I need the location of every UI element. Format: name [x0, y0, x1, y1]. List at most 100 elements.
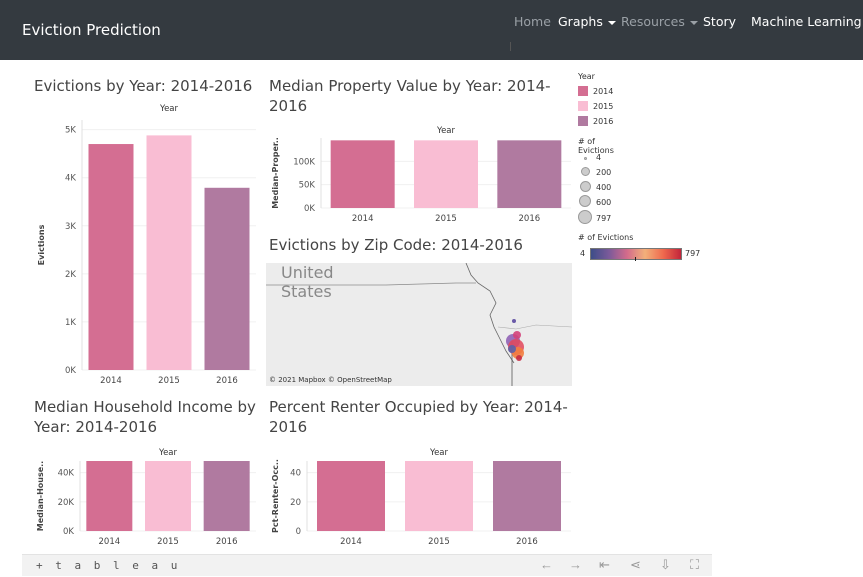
y-tick-label: 0K [65, 366, 76, 376]
property-title-line1: Median Property Value by Year: 2014- [269, 77, 551, 95]
eviction-map[interactable]: United States © 2021 Mapbox © OpenStreet… [266, 263, 572, 386]
column-header: Year [159, 104, 179, 114]
evictions-chart[interactable]: 0K 1K 2K 3K 4K 5K Year Evictions 2014 2015 2016 [34, 100, 259, 390]
column-header: Year [158, 448, 178, 458]
income-title-line1: Median Household Income by [34, 398, 256, 416]
bar-2014[interactable] [330, 140, 395, 208]
undo-icon[interactable]: ← [540, 557, 553, 572]
nav-home[interactable]: Home [514, 14, 551, 29]
legend-label: 2014 [593, 86, 614, 96]
x-tick-label: 2016 [516, 537, 538, 547]
x-tick-label: 2014 [340, 537, 362, 547]
y-tick-label: 20K [58, 498, 75, 508]
map-country-label: United States [281, 263, 334, 301]
legend-swatch [578, 101, 588, 111]
legend-item-2016[interactable]: 2016 [578, 115, 613, 127]
legend-item-2014[interactable]: 2014 [578, 85, 613, 97]
income-title-line2: Year: 2014-2016 [34, 418, 158, 436]
bar-2015[interactable] [414, 140, 478, 208]
fullscreen-icon[interactable]: ⛶ [690, 557, 699, 573]
y-tick-label: 2K [65, 270, 76, 280]
nav-resources-label: Resources [621, 14, 685, 29]
share-icon[interactable]: ⋖ [630, 557, 641, 573]
size-label: 600 [596, 197, 612, 207]
zip-title: Evictions by Zip Code: 2014-2016 [269, 236, 523, 254]
y-tick-label: 20 [290, 498, 301, 508]
y-axis-label: Pct-Renter-Occ.. [271, 459, 280, 533]
nav-graphs[interactable]: Graphs [558, 14, 616, 29]
map-country-line2: States [281, 282, 332, 301]
x-tick-label: 2015 [435, 214, 457, 224]
bar-2014[interactable] [317, 461, 385, 531]
x-tick-label: 2015 [428, 537, 450, 547]
nav-resources[interactable]: Resources [621, 14, 698, 29]
y-tick-label: 1K [65, 318, 76, 328]
bar-2015[interactable] [145, 461, 191, 531]
bar-2016[interactable] [497, 140, 562, 208]
x-tick-label: 2015 [158, 376, 180, 386]
redo-icon[interactable]: → [569, 557, 582, 572]
column-header: Year [436, 126, 456, 136]
evictions-title: Evictions by Year: 2014-2016 [34, 77, 253, 95]
size-item: 400 [578, 180, 612, 193]
size-label: 400 [596, 182, 612, 192]
bar-2016[interactable] [493, 461, 561, 531]
revert-icon[interactable]: ⇤ [599, 557, 610, 573]
legend-label: 2016 [593, 116, 614, 126]
y-tick-label: 50K [299, 181, 316, 191]
top-navbar: Eviction Prediction Home Graphs Resource… [0, 0, 863, 60]
eviction-marker[interactable] [512, 319, 516, 323]
nav-machine-learning[interactable]: Machine Learning [751, 14, 862, 29]
bar-2014[interactable] [86, 461, 133, 531]
color-gradient[interactable] [590, 248, 682, 260]
color-legend-title: # of Evictions [578, 233, 634, 242]
river-line [465, 263, 515, 364]
y-tick-label: 0 [296, 527, 301, 537]
y-tick-label: 4K [65, 174, 76, 184]
size-item: 4 [578, 151, 601, 163]
renter-title-line2: 2016 [269, 418, 308, 436]
color-legend-min: 4 [580, 249, 586, 258]
x-tick-label: 2014 [352, 214, 374, 224]
y-tick-label: 0K [304, 204, 315, 214]
eviction-marker[interactable] [516, 355, 522, 361]
legend-swatch [578, 116, 588, 126]
bar-2015[interactable] [146, 135, 192, 370]
tableau-logo[interactable]: + t a b l e a u [36, 559, 180, 572]
size-item: 600 [578, 195, 612, 208]
bar-2015[interactable] [405, 461, 473, 531]
color-legend-max: 797 [685, 249, 701, 258]
y-tick-label: 100K [293, 157, 315, 167]
legend-item-2015[interactable]: 2015 [578, 100, 613, 112]
size-bubble [579, 195, 591, 207]
size-label: 4 [596, 152, 602, 162]
size-item: 200 [578, 166, 611, 178]
eviction-marker[interactable] [513, 331, 521, 339]
y-tick-label: 3K [65, 222, 76, 232]
property-chart[interactable]: 0K 50K 100K Year Median-Proper.. 2014 2015 2016 [269, 120, 574, 230]
map-country-line1: United [281, 263, 334, 282]
road-line [497, 324, 572, 330]
map-attribution[interactable]: © 2021 Mapbox © OpenStreetMap [269, 376, 392, 384]
property-title: Median Property Value by Year: 2014- 201… [269, 76, 551, 116]
bar-2016[interactable] [204, 187, 250, 370]
income-chart[interactable]: 0K 20K 40K Year Median-House.. 2014 2015 2016 [34, 443, 259, 553]
year-legend-title: Year [578, 72, 595, 81]
size-bubble [583, 156, 587, 160]
y-tick-label: 40K [58, 469, 75, 479]
legend-swatch [578, 86, 588, 96]
bar-2016[interactable] [203, 461, 250, 531]
renter-chart[interactable]: 0 20 40 Year Pct-Renter-Occ.. 2014 2015 2016 [269, 443, 574, 553]
y-axis-label: Median-House.. [36, 461, 45, 531]
nav-story[interactable]: Story [703, 14, 736, 29]
nav-graphs-label: Graphs [558, 14, 603, 29]
bar-2014[interactable] [88, 144, 134, 370]
cursor-marker [510, 42, 511, 51]
size-bubble [580, 166, 590, 176]
download-icon[interactable]: ⇩ [660, 557, 671, 573]
x-tick-label: 2014 [99, 537, 121, 547]
chevron-down-icon [607, 20, 616, 25]
eviction-marker[interactable] [508, 345, 516, 353]
brand-title[interactable]: Eviction Prediction [22, 21, 161, 39]
renter-title: Percent Renter Occupied by Year: 2014- 2… [269, 397, 568, 437]
